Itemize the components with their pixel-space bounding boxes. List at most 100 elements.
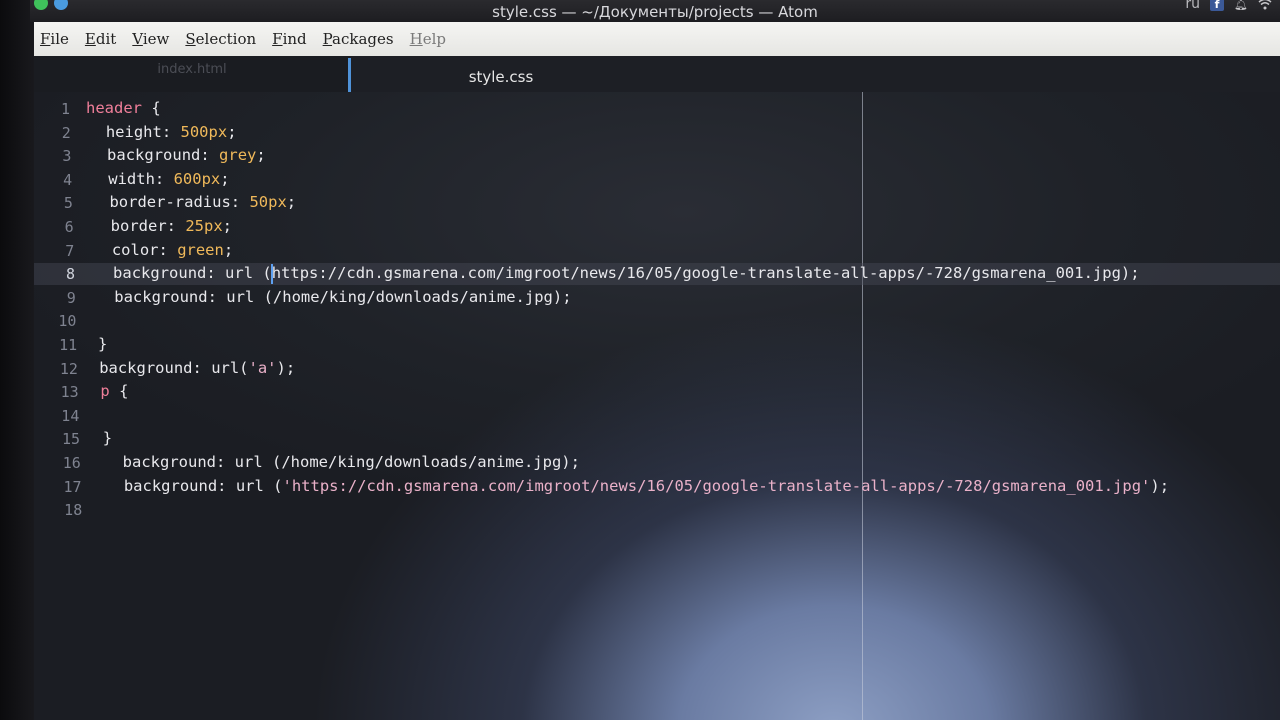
menu-bar: File Edit View Selection Find Packages Help bbox=[34, 22, 1280, 56]
code-token-punc: ); bbox=[552, 287, 572, 306]
tab-index-html[interactable]: index.html bbox=[34, 56, 350, 92]
line-number: 9 bbox=[66, 288, 76, 307]
code-token-val: green bbox=[177, 240, 224, 259]
bell-icon[interactable]: 🔔︎ bbox=[1234, 0, 1248, 11]
code-token-punc: : bbox=[215, 453, 235, 471]
code-line[interactable]: 9 background: url (/home/king/downloads/… bbox=[34, 287, 1280, 309]
code-line[interactable]: 8 background: url (https://cdn.gsmarena.… bbox=[34, 263, 1280, 286]
menu-label: election bbox=[195, 30, 257, 48]
code-token-punc: : bbox=[217, 476, 236, 495]
code-token-prop: background bbox=[95, 287, 208, 306]
code-text: width: 600px; bbox=[90, 169, 229, 188]
menu-label: ile bbox=[50, 30, 69, 48]
code-token-punc: { bbox=[142, 99, 161, 117]
facebook-icon[interactable]: f bbox=[1210, 0, 1224, 11]
code-line[interactable]: 16 background: url (/home/king/downloads… bbox=[34, 452, 1280, 474]
menu-selection[interactable]: Selection bbox=[185, 30, 256, 48]
code-editor[interactable]: 1 header { 2 height: 500px; 3 background: g… bbox=[34, 92, 1280, 720]
code-token-val: grey bbox=[219, 146, 257, 165]
code-token-punc: ; bbox=[227, 122, 237, 141]
code-token-punc: ); bbox=[1150, 476, 1170, 495]
code-text: border: 25px; bbox=[92, 217, 232, 235]
code-text: background: url (https://cdn.gsmarena.co… bbox=[94, 264, 1140, 283]
code-line[interactable]: 4 width: 600px; bbox=[34, 169, 1280, 191]
code-token-urltxt: /home/king/downloads/anime.jpg bbox=[281, 453, 562, 471]
window-title: style.css — ~/Документы/projects — Atom bbox=[492, 3, 818, 21]
text-cursor bbox=[271, 264, 274, 285]
menu-file[interactable]: File bbox=[40, 30, 69, 48]
code-token-punc: ); bbox=[276, 358, 296, 377]
line-number: 5 bbox=[63, 194, 73, 213]
menu-mnemonic: V bbox=[132, 30, 143, 48]
code-token-str: 'https://cdn.gsmarena.com/imgroot/news/1… bbox=[282, 476, 1151, 495]
code-token-punc: } bbox=[98, 335, 108, 353]
code-line[interactable]: 3 background: grey; bbox=[34, 145, 1280, 167]
code-token-urltxt: /home/king/downloads/anime.jpg bbox=[272, 287, 553, 306]
title-bar: style.css — ~/Документы/projects — Atom … bbox=[30, 0, 1280, 22]
code-text: } bbox=[103, 429, 112, 447]
line-number: 4 bbox=[63, 170, 73, 189]
menu-label: ind bbox=[282, 30, 307, 48]
tab-style-css[interactable]: style.css bbox=[351, 56, 651, 92]
code-token-punc: : bbox=[200, 146, 220, 165]
menu-help[interactable]: Help bbox=[410, 30, 446, 48]
code-line[interactable]: 6 border: 25px; bbox=[34, 216, 1280, 238]
code-line[interactable]: 5 border-radius: 50px; bbox=[34, 192, 1280, 214]
code-line[interactable]: 10 bbox=[34, 310, 1280, 332]
menu-mnemonic: F bbox=[40, 30, 51, 48]
line-number: 1 bbox=[60, 100, 70, 118]
menu-label: dit bbox=[95, 30, 117, 48]
code-token-prop: height bbox=[87, 122, 162, 141]
code-token-punc: : bbox=[206, 264, 226, 283]
code-token-val: 600px bbox=[173, 169, 221, 188]
line-number: 8 bbox=[66, 265, 76, 284]
code-line[interactable]: 14 bbox=[34, 405, 1280, 427]
tab-bar: index.html style.css bbox=[34, 56, 1280, 92]
code-token-punc: ; bbox=[223, 240, 234, 259]
code-token-val: 500px bbox=[180, 122, 228, 141]
menu-mnemonic: H bbox=[409, 30, 423, 48]
screen-bezel bbox=[0, 0, 34, 720]
code-token-prop: background bbox=[99, 358, 193, 377]
code-text: p { bbox=[100, 382, 128, 400]
line-number: 15 bbox=[62, 430, 81, 449]
code-token-prop: background bbox=[104, 453, 216, 471]
code-token-punc: : bbox=[192, 358, 212, 377]
code-token-prop: border bbox=[92, 217, 167, 235]
code-line[interactable]: 2 height: 500px; bbox=[34, 122, 1280, 144]
menu-edit[interactable]: Edit bbox=[85, 30, 116, 48]
menu-view[interactable]: View bbox=[132, 30, 169, 48]
code-text: header { bbox=[86, 99, 161, 117]
menu-packages[interactable]: Packages bbox=[323, 30, 394, 48]
code-token-prop: background bbox=[88, 146, 201, 165]
code-token-punc: : bbox=[207, 287, 227, 306]
code-line[interactable]: 13 p { bbox=[34, 381, 1280, 403]
code-token-urlfn: url ( bbox=[226, 287, 273, 306]
wifi-icon[interactable] bbox=[1258, 0, 1272, 11]
code-token-urlfn: url ( bbox=[234, 453, 282, 471]
line-number: 11 bbox=[59, 336, 78, 354]
menu-label: iew bbox=[142, 30, 170, 48]
code-token-urltxt: https://cdn.gsmarena.com/imgroot/news/16… bbox=[271, 264, 1121, 283]
menu-mnemonic: P bbox=[322, 30, 333, 48]
line-number: 7 bbox=[65, 241, 75, 260]
keyboard-layout-indicator[interactable]: ru bbox=[1185, 0, 1200, 12]
code-line[interactable]: 1 header { bbox=[34, 98, 1280, 120]
code-line[interactable]: 17 background: url ('https://cdn.gsmaren… bbox=[34, 476, 1280, 498]
menu-find[interactable]: Find bbox=[272, 30, 306, 48]
menu-label: elp bbox=[422, 30, 446, 48]
code-token-punc: } bbox=[102, 429, 113, 448]
line-number: 12 bbox=[59, 359, 78, 378]
code-line[interactable]: 18 bbox=[34, 499, 1280, 521]
code-text: background: grey; bbox=[88, 146, 266, 165]
code-token-urlfn: url ( bbox=[235, 476, 283, 495]
line-number: 14 bbox=[61, 406, 80, 425]
code-token-punc: : bbox=[154, 169, 174, 188]
code-token-val: 50px bbox=[249, 193, 287, 212]
code-token-prop: border-radius bbox=[90, 193, 231, 212]
code-line[interactable]: 7 color: green; bbox=[34, 240, 1280, 262]
menu-mnemonic: E bbox=[84, 30, 96, 48]
code-line[interactable]: 12 background: url('a'); bbox=[34, 358, 1280, 380]
code-line[interactable]: 15} bbox=[34, 428, 1280, 450]
code-line[interactable]: 11} bbox=[34, 334, 1280, 356]
